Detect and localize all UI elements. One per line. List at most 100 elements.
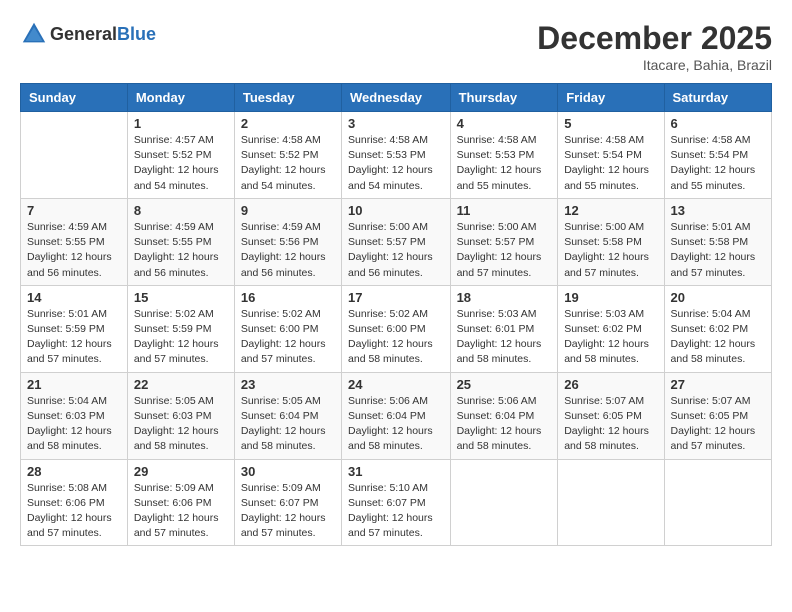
day-info: Sunrise: 4:58 AM Sunset: 5:54 PM Dayligh… [564, 133, 657, 194]
calendar-cell: 26 Sunrise: 5:07 AM Sunset: 6:05 PM Dayli… [558, 372, 664, 459]
page-header: GeneralBlue December 2025 Itacare, Bahia… [20, 20, 772, 73]
day-number: 20 [671, 290, 765, 305]
calendar-day-header: Saturday [664, 84, 771, 112]
day-number: 13 [671, 203, 765, 218]
calendar-cell: 4Sunrise: 4:58 AM Sunset: 5:53 PM Daylig… [450, 112, 558, 199]
calendar-cell: 30 Sunrise: 5:09 AM Sunset: 6:07 PM Dayli… [234, 459, 341, 546]
calendar-cell: 18 Sunrise: 5:03 AM Sunset: 6:01 PM Dayli… [450, 285, 558, 372]
day-number: 6 [671, 116, 765, 131]
day-number: 22 [134, 377, 228, 392]
day-number: 30 [241, 464, 335, 479]
day-info: Sunrise: 5:00 AM Sunset: 5:58 PM Dayligh… [564, 220, 657, 281]
day-number: 5 [564, 116, 657, 131]
day-info: Sunrise: 5:08 AM Sunset: 6:06 PM Dayligh… [27, 481, 121, 542]
calendar-day-header: Wednesday [342, 84, 451, 112]
calendar-week-row: 1 Sunrise: 4:57 AM Sunset: 5:52 PM Daylig… [21, 112, 772, 199]
calendar-cell: 3Sunrise: 4:58 AM Sunset: 5:53 PM Daylig… [342, 112, 451, 199]
day-number: 14 [27, 290, 121, 305]
day-info: Sunrise: 5:05 AM Sunset: 6:03 PM Dayligh… [134, 394, 228, 455]
calendar-cell [664, 459, 771, 546]
calendar-body: 1 Sunrise: 4:57 AM Sunset: 5:52 PM Daylig… [21, 112, 772, 546]
day-info: Sunrise: 4:57 AM Sunset: 5:52 PM Dayligh… [134, 133, 228, 194]
calendar-cell: 20Sunrise: 5:04 AM Sunset: 6:02 PM Dayli… [664, 285, 771, 372]
calendar-cell [21, 112, 128, 199]
calendar-cell: 11 Sunrise: 5:00 AM Sunset: 5:57 PM Dayli… [450, 198, 558, 285]
calendar-cell: 19 Sunrise: 5:03 AM Sunset: 6:02 PM Dayli… [558, 285, 664, 372]
day-number: 4 [457, 116, 552, 131]
day-number: 24 [348, 377, 444, 392]
calendar-cell: 15 Sunrise: 5:02 AM Sunset: 5:59 PM Dayli… [127, 285, 234, 372]
day-info: Sunrise: 5:03 AM Sunset: 6:02 PM Dayligh… [564, 307, 657, 368]
day-number: 1 [134, 116, 228, 131]
day-number: 10 [348, 203, 444, 218]
calendar-day-header: Sunday [21, 84, 128, 112]
day-info: Sunrise: 4:59 AM Sunset: 5:55 PM Dayligh… [27, 220, 121, 281]
calendar-cell: 31Sunrise: 5:10 AM Sunset: 6:07 PM Dayli… [342, 459, 451, 546]
day-number: 3 [348, 116, 444, 131]
calendar-cell [558, 459, 664, 546]
day-number: 18 [457, 290, 552, 305]
logo: GeneralBlue [20, 20, 156, 48]
day-info: Sunrise: 5:00 AM Sunset: 5:57 PM Dayligh… [457, 220, 552, 281]
day-info: Sunrise: 5:02 AM Sunset: 5:59 PM Dayligh… [134, 307, 228, 368]
day-number: 2 [241, 116, 335, 131]
day-number: 7 [27, 203, 121, 218]
day-number: 21 [27, 377, 121, 392]
calendar-cell: 25 Sunrise: 5:06 AM Sunset: 6:04 PM Dayli… [450, 372, 558, 459]
day-info: Sunrise: 4:58 AM Sunset: 5:54 PM Dayligh… [671, 133, 765, 194]
calendar-table: SundayMondayTuesdayWednesdayThursdayFrid… [20, 83, 772, 546]
day-info: Sunrise: 5:09 AM Sunset: 6:07 PM Dayligh… [241, 481, 335, 542]
day-number: 12 [564, 203, 657, 218]
day-info: Sunrise: 5:07 AM Sunset: 6:05 PM Dayligh… [564, 394, 657, 455]
calendar-cell: 16Sunrise: 5:02 AM Sunset: 6:00 PM Dayli… [234, 285, 341, 372]
calendar-day-header: Thursday [450, 84, 558, 112]
day-info: Sunrise: 5:03 AM Sunset: 6:01 PM Dayligh… [457, 307, 552, 368]
logo-icon [20, 20, 48, 48]
calendar-cell: 29Sunrise: 5:09 AM Sunset: 6:06 PM Dayli… [127, 459, 234, 546]
calendar-cell: 1 Sunrise: 4:57 AM Sunset: 5:52 PM Daylig… [127, 112, 234, 199]
day-info: Sunrise: 5:05 AM Sunset: 6:04 PM Dayligh… [241, 394, 335, 455]
calendar-cell: 5 Sunrise: 4:58 AM Sunset: 5:54 PM Daylig… [558, 112, 664, 199]
calendar-cell [450, 459, 558, 546]
month-year-title: December 2025 [537, 20, 772, 57]
day-info: Sunrise: 4:59 AM Sunset: 5:56 PM Dayligh… [241, 220, 335, 281]
day-info: Sunrise: 5:00 AM Sunset: 5:57 PM Dayligh… [348, 220, 444, 281]
day-number: 23 [241, 377, 335, 392]
calendar-day-header: Monday [127, 84, 234, 112]
day-info: Sunrise: 4:58 AM Sunset: 5:52 PM Dayligh… [241, 133, 335, 194]
calendar-cell: 23 Sunrise: 5:05 AM Sunset: 6:04 PM Dayli… [234, 372, 341, 459]
day-number: 19 [564, 290, 657, 305]
day-number: 8 [134, 203, 228, 218]
calendar-cell: 22 Sunrise: 5:05 AM Sunset: 6:03 PM Dayli… [127, 372, 234, 459]
calendar-week-row: 21 Sunrise: 5:04 AM Sunset: 6:03 PM Dayli… [21, 372, 772, 459]
day-info: Sunrise: 5:04 AM Sunset: 6:03 PM Dayligh… [27, 394, 121, 455]
calendar-cell: 2 Sunrise: 4:58 AM Sunset: 5:52 PM Daylig… [234, 112, 341, 199]
day-info: Sunrise: 5:06 AM Sunset: 6:04 PM Dayligh… [348, 394, 444, 455]
calendar-cell: 13 Sunrise: 5:01 AM Sunset: 5:58 PM Dayli… [664, 198, 771, 285]
day-info: Sunrise: 5:06 AM Sunset: 6:04 PM Dayligh… [457, 394, 552, 455]
calendar-week-row: 7 Sunrise: 4:59 AM Sunset: 5:55 PM Daylig… [21, 198, 772, 285]
day-number: 15 [134, 290, 228, 305]
calendar-cell: 21 Sunrise: 5:04 AM Sunset: 6:03 PM Dayli… [21, 372, 128, 459]
calendar-header-row: SundayMondayTuesdayWednesdayThursdayFrid… [21, 84, 772, 112]
day-number: 26 [564, 377, 657, 392]
calendar-week-row: 28Sunrise: 5:08 AM Sunset: 6:06 PM Dayli… [21, 459, 772, 546]
day-info: Sunrise: 5:01 AM Sunset: 5:59 PM Dayligh… [27, 307, 121, 368]
calendar-day-header: Tuesday [234, 84, 341, 112]
day-number: 29 [134, 464, 228, 479]
calendar-cell: 17Sunrise: 5:02 AM Sunset: 6:00 PM Dayli… [342, 285, 451, 372]
day-number: 16 [241, 290, 335, 305]
calendar-cell: 8 Sunrise: 4:59 AM Sunset: 5:55 PM Daylig… [127, 198, 234, 285]
day-number: 25 [457, 377, 552, 392]
day-number: 11 [457, 203, 552, 218]
location-text: Itacare, Bahia, Brazil [537, 57, 772, 73]
calendar-week-row: 14 Sunrise: 5:01 AM Sunset: 5:59 PM Dayli… [21, 285, 772, 372]
day-info: Sunrise: 4:59 AM Sunset: 5:55 PM Dayligh… [134, 220, 228, 281]
day-info: Sunrise: 5:10 AM Sunset: 6:07 PM Dayligh… [348, 481, 444, 542]
day-info: Sunrise: 5:02 AM Sunset: 6:00 PM Dayligh… [348, 307, 444, 368]
calendar-cell: 6 Sunrise: 4:58 AM Sunset: 5:54 PM Daylig… [664, 112, 771, 199]
calendar-cell: 24 Sunrise: 5:06 AM Sunset: 6:04 PM Dayli… [342, 372, 451, 459]
day-info: Sunrise: 5:01 AM Sunset: 5:58 PM Dayligh… [671, 220, 765, 281]
day-number: 9 [241, 203, 335, 218]
day-info: Sunrise: 5:07 AM Sunset: 6:05 PM Dayligh… [671, 394, 765, 455]
